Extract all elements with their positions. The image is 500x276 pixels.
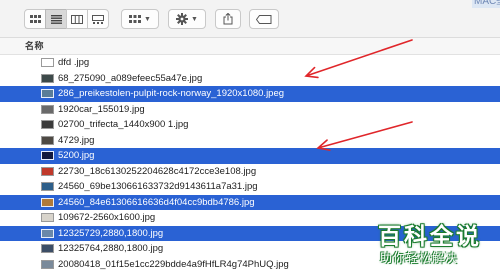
- gallery-view-button[interactable]: [87, 9, 109, 29]
- name-column-header[interactable]: 名称: [25, 39, 44, 52]
- file-row[interactable]: dfd .jpg: [0, 55, 500, 71]
- share-button[interactable]: [215, 9, 241, 29]
- image-thumbnail-icon: [41, 120, 54, 129]
- file-row[interactable]: 4729.jpg: [0, 133, 500, 149]
- file-row[interactable]: 24560_84e61306616636d4f04cc9bdb4786.jpg: [0, 194, 500, 210]
- group-by-button[interactable]: ▼: [121, 9, 159, 29]
- image-thumbnail-icon: [41, 244, 54, 253]
- share-icon: [223, 13, 233, 25]
- file-name: 20080418_01f15e1cc229bdde4a9fHfLR4g74PhU…: [58, 258, 289, 270]
- gallery-view-icon: [92, 14, 104, 24]
- file-name: 4729.jpg: [58, 134, 95, 146]
- finder-toolbar: ▼ ▼ MAC壁纸: [0, 0, 500, 38]
- watermark-logo: 百科全说 助你轻松解决: [370, 215, 500, 276]
- chevron-down-icon: ▼: [191, 15, 198, 23]
- file-name: 24560_69be130661633732d9143611a7a31.jpg: [58, 181, 258, 192]
- image-thumbnail-icon: [41, 135, 54, 145]
- view-mode-segmented-control: [24, 9, 109, 29]
- tag-icon: [256, 14, 272, 24]
- file-name: 22730_18c6130252204628c4172cce3e108.jpg: [58, 165, 257, 177]
- file-name: 1920car_155019.jpg: [58, 103, 145, 115]
- chevron-down-icon: ▼: [144, 15, 151, 23]
- list-view-button[interactable]: [45, 9, 67, 29]
- image-thumbnail-icon: [41, 213, 54, 222]
- list-view-icon: [50, 14, 62, 24]
- image-thumbnail-icon: [41, 89, 54, 98]
- image-thumbnail-icon: [41, 228, 54, 238]
- file-name: 109672-2560x1600.jpg: [58, 212, 156, 223]
- column-view-icon: [71, 14, 83, 24]
- file-row[interactable]: 1920car_155019.jpg: [0, 102, 500, 118]
- image-thumbnail-icon: [41, 182, 54, 191]
- column-view-button[interactable]: [66, 9, 88, 29]
- file-name: 68_275090_a089efeec55a47e.jpg: [58, 72, 203, 84]
- file-row[interactable]: 68_275090_a089efeec55a47e.jpg: [0, 71, 500, 87]
- image-thumbnail-icon: [41, 259, 54, 269]
- folder-title-fragment: MAC壁纸: [472, 0, 500, 8]
- file-row[interactable]: 22730_18c6130252204628c4172cce3e108.jpg: [0, 164, 500, 180]
- icon-view-icon: [29, 14, 41, 23]
- group-icon: [129, 14, 142, 23]
- watermark-subtitle: 助你轻松解决: [380, 251, 459, 265]
- image-thumbnail-icon: [41, 104, 54, 114]
- column-header-bar: 名称: [0, 38, 500, 55]
- watermark-title: 百科全说: [378, 223, 482, 249]
- image-thumbnail-icon: [41, 58, 54, 67]
- tags-button[interactable]: [249, 9, 279, 29]
- image-thumbnail-icon: [41, 197, 54, 207]
- file-row[interactable]: 5200.jpg: [0, 148, 500, 164]
- gear-icon: [176, 13, 189, 25]
- file-name: 12325729,2880,1800.jpg: [58, 227, 164, 239]
- file-row[interactable]: 286_preikestolen-pulpit-rock-norway_1920…: [0, 86, 500, 102]
- image-thumbnail-icon: [41, 166, 54, 176]
- action-menu-button[interactable]: ▼: [168, 9, 206, 29]
- file-name: 5200.jpg: [58, 150, 95, 161]
- icon-view-button[interactable]: [24, 9, 46, 29]
- image-thumbnail-icon: [41, 151, 54, 160]
- file-name: dfd .jpg: [58, 57, 90, 68]
- file-name: 24560_84e61306616636d4f04cc9bdb4786.jpg: [58, 196, 255, 208]
- file-name: 12325764,2880,1800.jpg: [58, 243, 164, 254]
- file-name: 286_preikestolen-pulpit-rock-norway_1920…: [58, 88, 285, 99]
- file-row[interactable]: 02700_trifecta_1440x900 1.jpg: [0, 117, 500, 133]
- file-name: 02700_trifecta_1440x900 1.jpg: [58, 119, 189, 130]
- image-thumbnail-icon: [41, 73, 54, 83]
- file-row[interactable]: 24560_69be130661633732d9143611a7a31.jpg: [0, 179, 500, 195]
